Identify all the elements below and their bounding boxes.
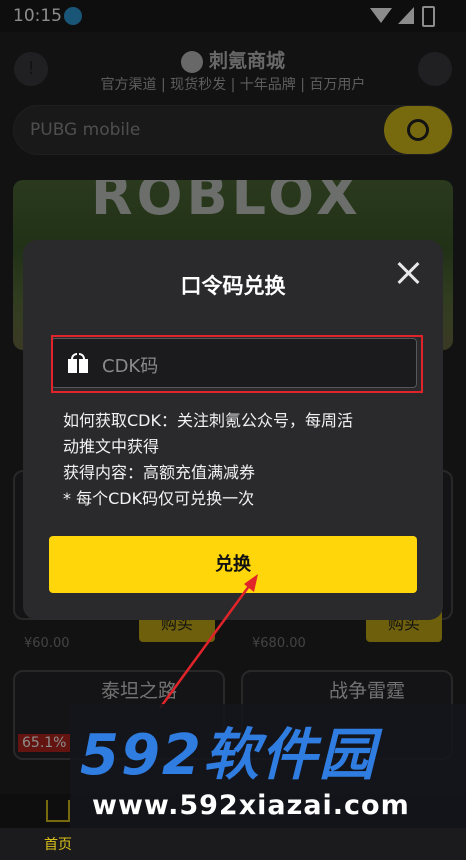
watermark: 592软件园 www.592xiazai.com bbox=[70, 704, 466, 828]
watermark-logo: 592软件园 bbox=[80, 723, 377, 788]
tab-home[interactable]: 首页 bbox=[44, 834, 72, 854]
watermark-url: www.592xiazai.com bbox=[92, 790, 410, 821]
